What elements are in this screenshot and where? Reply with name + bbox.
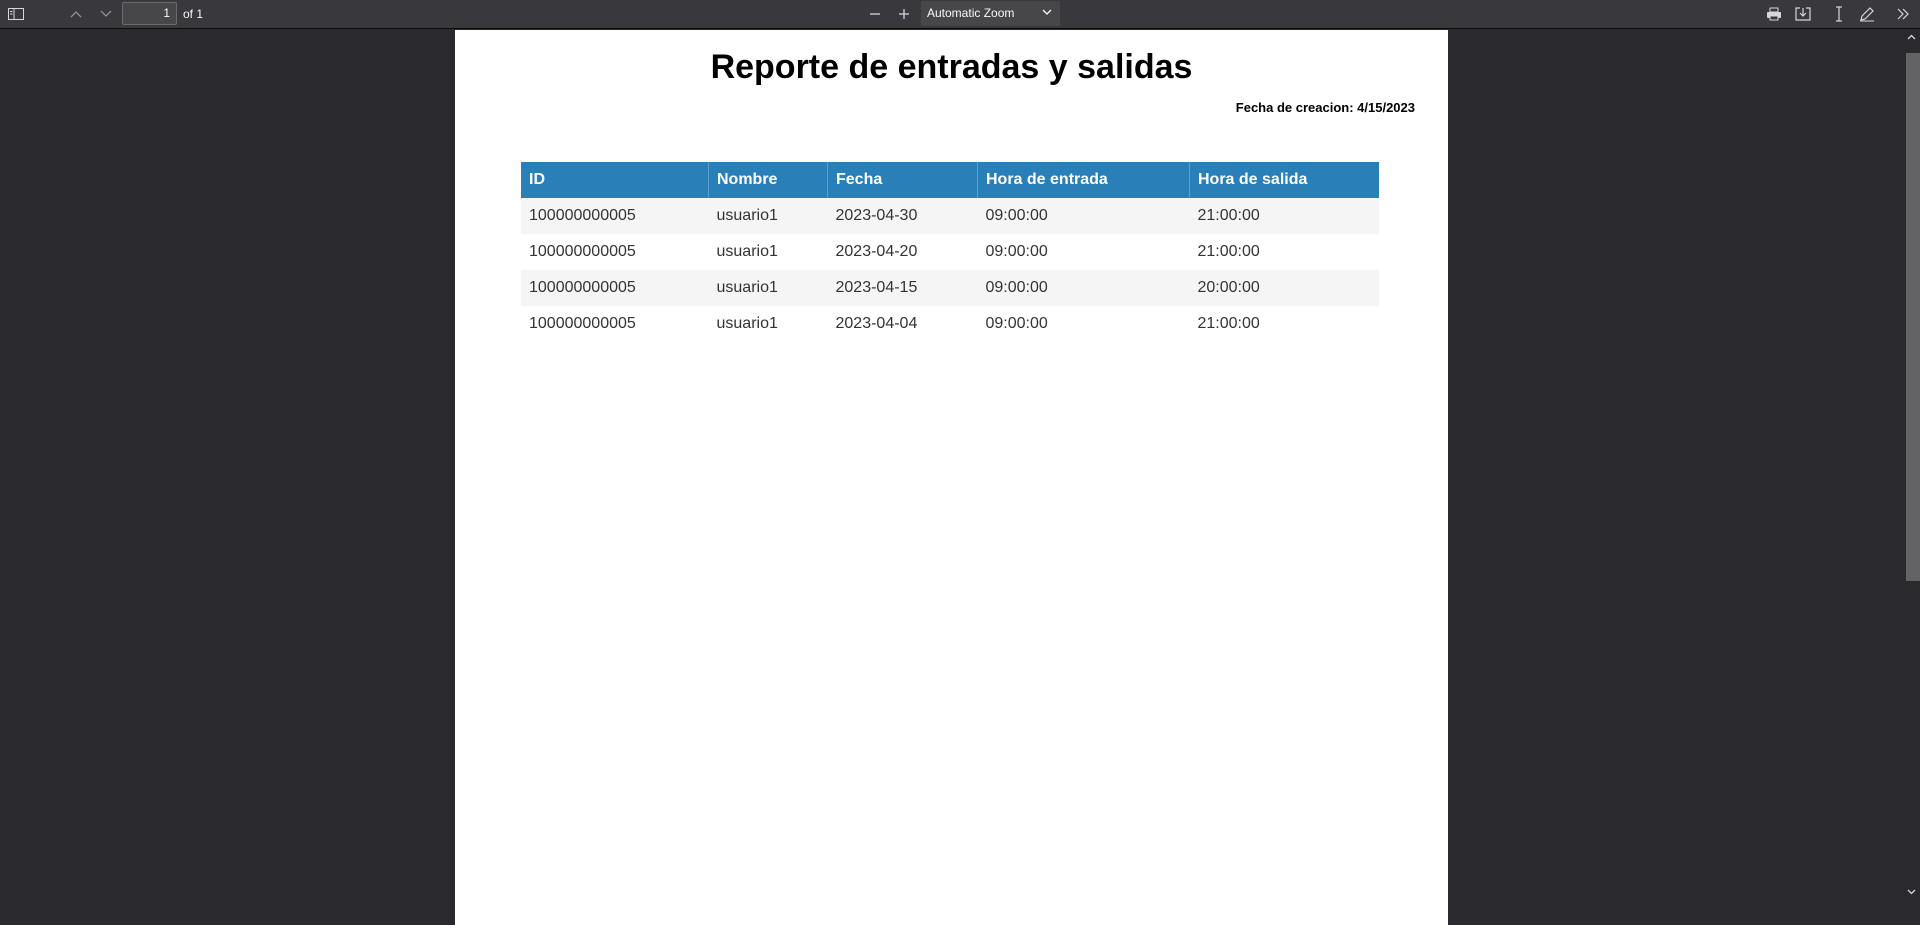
table-row: 100000000005 usuario1 2023-04-20 09:00:0…: [521, 234, 1379, 270]
zoom-out-icon[interactable]: [863, 3, 887, 25]
cell-nombre: usuario1: [708, 306, 828, 342]
column-header-id: ID: [521, 162, 709, 198]
pdf-viewer[interactable]: Reporte de entradas y salidas Fecha de c…: [0, 29, 1920, 925]
cell-hora-salida: 21:00:00: [1189, 198, 1379, 234]
table-header-row: ID Nombre Fecha Hora de entrada Hora de …: [521, 162, 1379, 198]
cell-hora-salida: 20:00:00: [1189, 270, 1379, 306]
scroll-down-arrow-icon[interactable]: [1907, 889, 1916, 895]
cell-hora-entrada: 09:00:00: [977, 306, 1190, 342]
cell-id: 100000000005: [521, 198, 709, 234]
pen-icon[interactable]: [1855, 3, 1879, 25]
cell-fecha: 2023-04-20: [827, 234, 978, 270]
pdf-toolbar: 1 of 1 Automatic Zoom: [0, 0, 1920, 29]
print-icon[interactable]: [1762, 3, 1786, 25]
report-table: ID Nombre Fecha Hora de entrada Hora de …: [521, 162, 1379, 342]
chevron-down-icon: [1042, 9, 1052, 15]
cell-nombre: usuario1: [708, 270, 828, 306]
pdf-page: Reporte de entradas y salidas Fecha de c…: [455, 30, 1448, 925]
double-chevron-icon[interactable]: [1891, 3, 1915, 25]
cell-hora-entrada: 09:00:00: [977, 234, 1190, 270]
chevron-down-icon[interactable]: [94, 3, 118, 25]
cell-fecha: 2023-04-15: [827, 270, 978, 306]
cell-nombre: usuario1: [708, 234, 828, 270]
column-header-nombre: Nombre: [708, 162, 828, 198]
page-number-input[interactable]: 1: [122, 2, 177, 25]
cell-id: 100000000005: [521, 270, 709, 306]
scrollbar-thumb[interactable]: [1906, 53, 1920, 581]
cell-hora-salida: 21:00:00: [1189, 234, 1379, 270]
cell-fecha: 2023-04-04: [827, 306, 978, 342]
scroll-up-arrow-icon[interactable]: [1907, 34, 1916, 40]
cell-hora-entrada: 09:00:00: [977, 198, 1190, 234]
column-header-hora-entrada: Hora de entrada: [977, 162, 1190, 198]
download-icon[interactable]: [1791, 3, 1815, 25]
text-cursor-icon[interactable]: [1827, 3, 1851, 25]
table-row: 100000000005 usuario1 2023-04-15 09:00:0…: [521, 270, 1379, 306]
creation-date: Fecha de creacion: 4/15/2023: [1235, 100, 1415, 115]
column-header-fecha: Fecha: [827, 162, 978, 198]
cell-hora-entrada: 09:00:00: [977, 270, 1190, 306]
table-row: 100000000005 usuario1 2023-04-04 09:00:0…: [521, 306, 1379, 342]
chevron-up-icon[interactable]: [64, 3, 88, 25]
page-count-label: of 1: [183, 7, 204, 21]
cell-id: 100000000005: [521, 306, 709, 342]
cell-nombre: usuario1: [708, 198, 828, 234]
table-row: 100000000005 usuario1 2023-04-30 09:00:0…: [521, 198, 1379, 234]
zoom-select-value: Automatic Zoom: [927, 6, 1015, 20]
zoom-in-icon[interactable]: [892, 3, 916, 25]
cell-hora-salida: 21:00:00: [1189, 306, 1379, 342]
cell-fecha: 2023-04-30: [827, 198, 978, 234]
sidebar-toggle-icon[interactable]: [4, 3, 28, 25]
document-title: Reporte de entradas y salidas: [710, 48, 1193, 86]
zoom-select[interactable]: Automatic Zoom: [921, 1, 1060, 26]
column-header-hora-salida: Hora de salida: [1189, 162, 1379, 198]
cell-id: 100000000005: [521, 234, 709, 270]
vertical-scrollbar[interactable]: [1903, 29, 1920, 919]
